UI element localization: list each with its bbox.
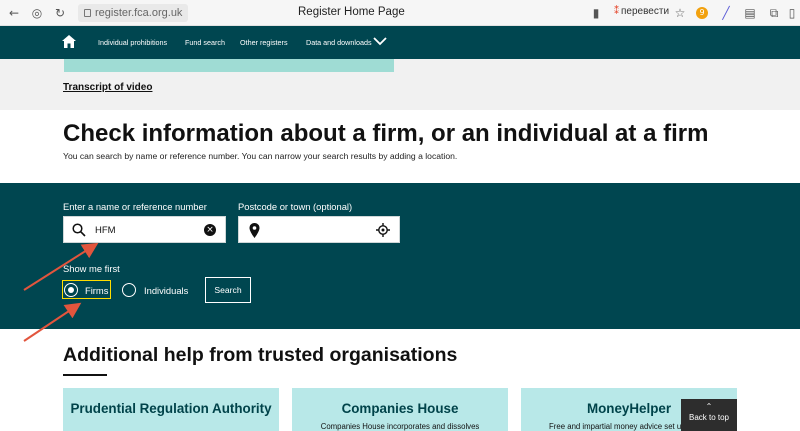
page-title: Check information about a firm, or an in… — [63, 120, 709, 147]
title-underline — [63, 374, 107, 376]
radio-firms[interactable] — [64, 283, 78, 297]
star-icon[interactable]: ☆ — [672, 5, 688, 21]
nav-fund-search[interactable]: Fund search — [185, 38, 225, 47]
chevron-up-icon: ⌃ — [705, 402, 713, 411]
translate-label: перевести — [621, 6, 670, 17]
postcode-field-label: Postcode or town (optional) — [238, 201, 353, 212]
video-player-edge — [64, 59, 394, 72]
name-input-value: HFM — [95, 225, 116, 236]
nav-other-registers[interactable]: Other registers — [240, 38, 288, 47]
card-companies-house[interactable]: Companies House Companies House incorpor… — [292, 388, 508, 431]
postcode-input[interactable] — [238, 216, 400, 243]
card-description: Companies House incorporates and dissolv… — [320, 422, 480, 431]
address-bar[interactable]: register.fca.org.uk — [78, 4, 189, 22]
translate-icon: ⁑ — [614, 6, 619, 17]
card-title[interactable]: Prudential Regulation Authority — [63, 388, 279, 418]
page-subtitle: You can search by name or reference numb… — [63, 151, 458, 161]
crosshair-icon[interactable] — [376, 223, 390, 237]
bookmark-icon[interactable]: ▮ — [588, 5, 604, 21]
show-me-first-label: Show me first — [63, 263, 120, 274]
help-section-title: Additional help from trusted organisatio… — [63, 344, 458, 366]
shield-icon[interactable]: ◎ — [29, 5, 45, 21]
location-pin-icon — [249, 223, 260, 238]
back-arrow-icon[interactable]: ← — [6, 5, 22, 21]
tab-title: Register Home Page — [298, 6, 405, 18]
search-button[interactable]: Search — [205, 277, 251, 303]
back-to-top-button[interactable]: ⌃ Back to top — [681, 399, 737, 431]
nav-data-and-downloads[interactable]: Data and downloads — [306, 38, 372, 47]
card-title[interactable]: Companies House — [292, 388, 508, 418]
name-search-input[interactable]: HFM × — [63, 216, 226, 243]
translate-button[interactable]: ⁑ перевести — [614, 6, 669, 17]
radio-firms-label[interactable]: Firms — [85, 285, 108, 296]
clear-icon[interactable]: × — [204, 224, 216, 236]
tabs-icon[interactable]: ▤ — [742, 5, 758, 21]
address-url: register.fca.org.uk — [95, 7, 183, 19]
nav-individual-prohibitions[interactable]: Individual prohibitions — [98, 38, 167, 47]
profile-icon[interactable]: ▯ — [784, 5, 800, 21]
radio-individuals-label[interactable]: Individuals — [144, 285, 188, 296]
extensions-icon[interactable]: ⧉ — [766, 5, 782, 21]
home-icon[interactable] — [62, 35, 76, 48]
card-prudential-regulation-authority[interactable]: Prudential Regulation Authority — [63, 388, 279, 431]
reload-icon[interactable]: ↻ — [52, 5, 68, 21]
pen-extension-icon[interactable]: ╱ — [718, 5, 734, 21]
site-nav: Individual prohibitions Fund search Othe… — [0, 26, 800, 59]
lock-icon — [84, 9, 91, 17]
radio-individuals[interactable] — [122, 283, 136, 297]
extension-badge[interactable]: 9 — [696, 7, 708, 19]
name-field-label: Enter a name or reference number — [63, 201, 207, 212]
search-icon — [72, 223, 86, 237]
transcript-link[interactable]: Transcript of video — [63, 82, 152, 93]
browser-toolbar: ← ◎ ↻ register.fca.org.uk Register Home … — [0, 0, 800, 26]
back-to-top-label: Back to top — [688, 413, 730, 422]
chevron-down-icon[interactable] — [373, 36, 387, 46]
